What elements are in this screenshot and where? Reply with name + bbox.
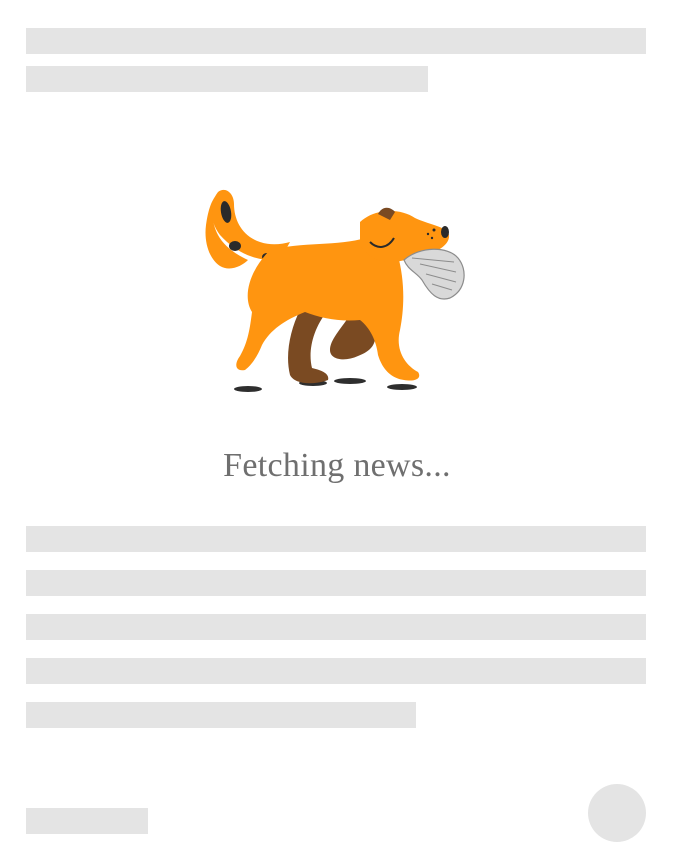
skeleton-text-line — [26, 702, 416, 728]
skeleton-text-line — [26, 658, 646, 684]
skeleton-text-line — [26, 526, 646, 552]
skeleton-title-line — [26, 66, 428, 92]
skeleton-avatar — [588, 784, 646, 842]
dog-carrying-newspaper-icon — [190, 180, 490, 410]
skeleton-footer-line — [26, 808, 148, 834]
skeleton-text-line — [26, 614, 646, 640]
loading-message: Fetching news... — [223, 447, 451, 484]
skeleton-text-line — [26, 570, 646, 596]
skeleton-title-line — [26, 28, 646, 54]
